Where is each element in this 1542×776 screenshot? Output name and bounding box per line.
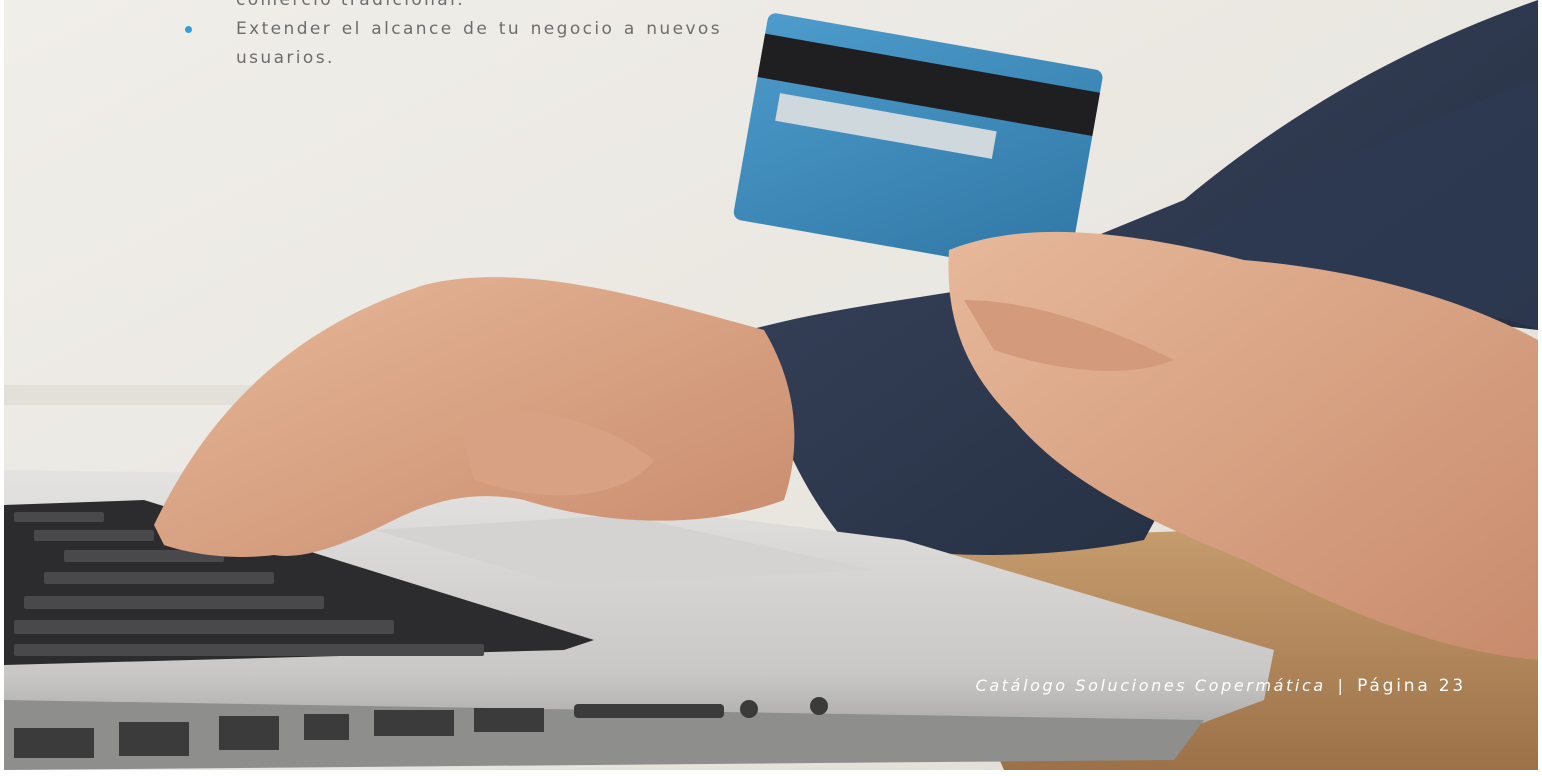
page-footer: Catálogo Soluciones Copermática | Página… <box>976 676 1466 696</box>
online-payment-photo <box>4 0 1538 770</box>
catalog-page: comercio tradicional. Extender el alcanc… <box>0 0 1542 776</box>
bullet-dot <box>185 26 192 33</box>
bullet-item: Extender el alcance de tu negocio a nuev… <box>182 15 722 73</box>
background-photo <box>4 0 1538 770</box>
bullet-text: comercio tradicional. <box>236 0 466 10</box>
footer-separator: | <box>1337 676 1346 695</box>
bullet-text: Extender el alcance de tu negocio a nuev… <box>236 19 722 68</box>
benefits-list: comercio tradicional. Extender el alcanc… <box>182 0 722 73</box>
page-number: Página 23 <box>1357 676 1466 696</box>
bullet-item: comercio tradicional. <box>182 0 722 15</box>
catalog-title: Catálogo Soluciones Copermática <box>975 676 1326 695</box>
